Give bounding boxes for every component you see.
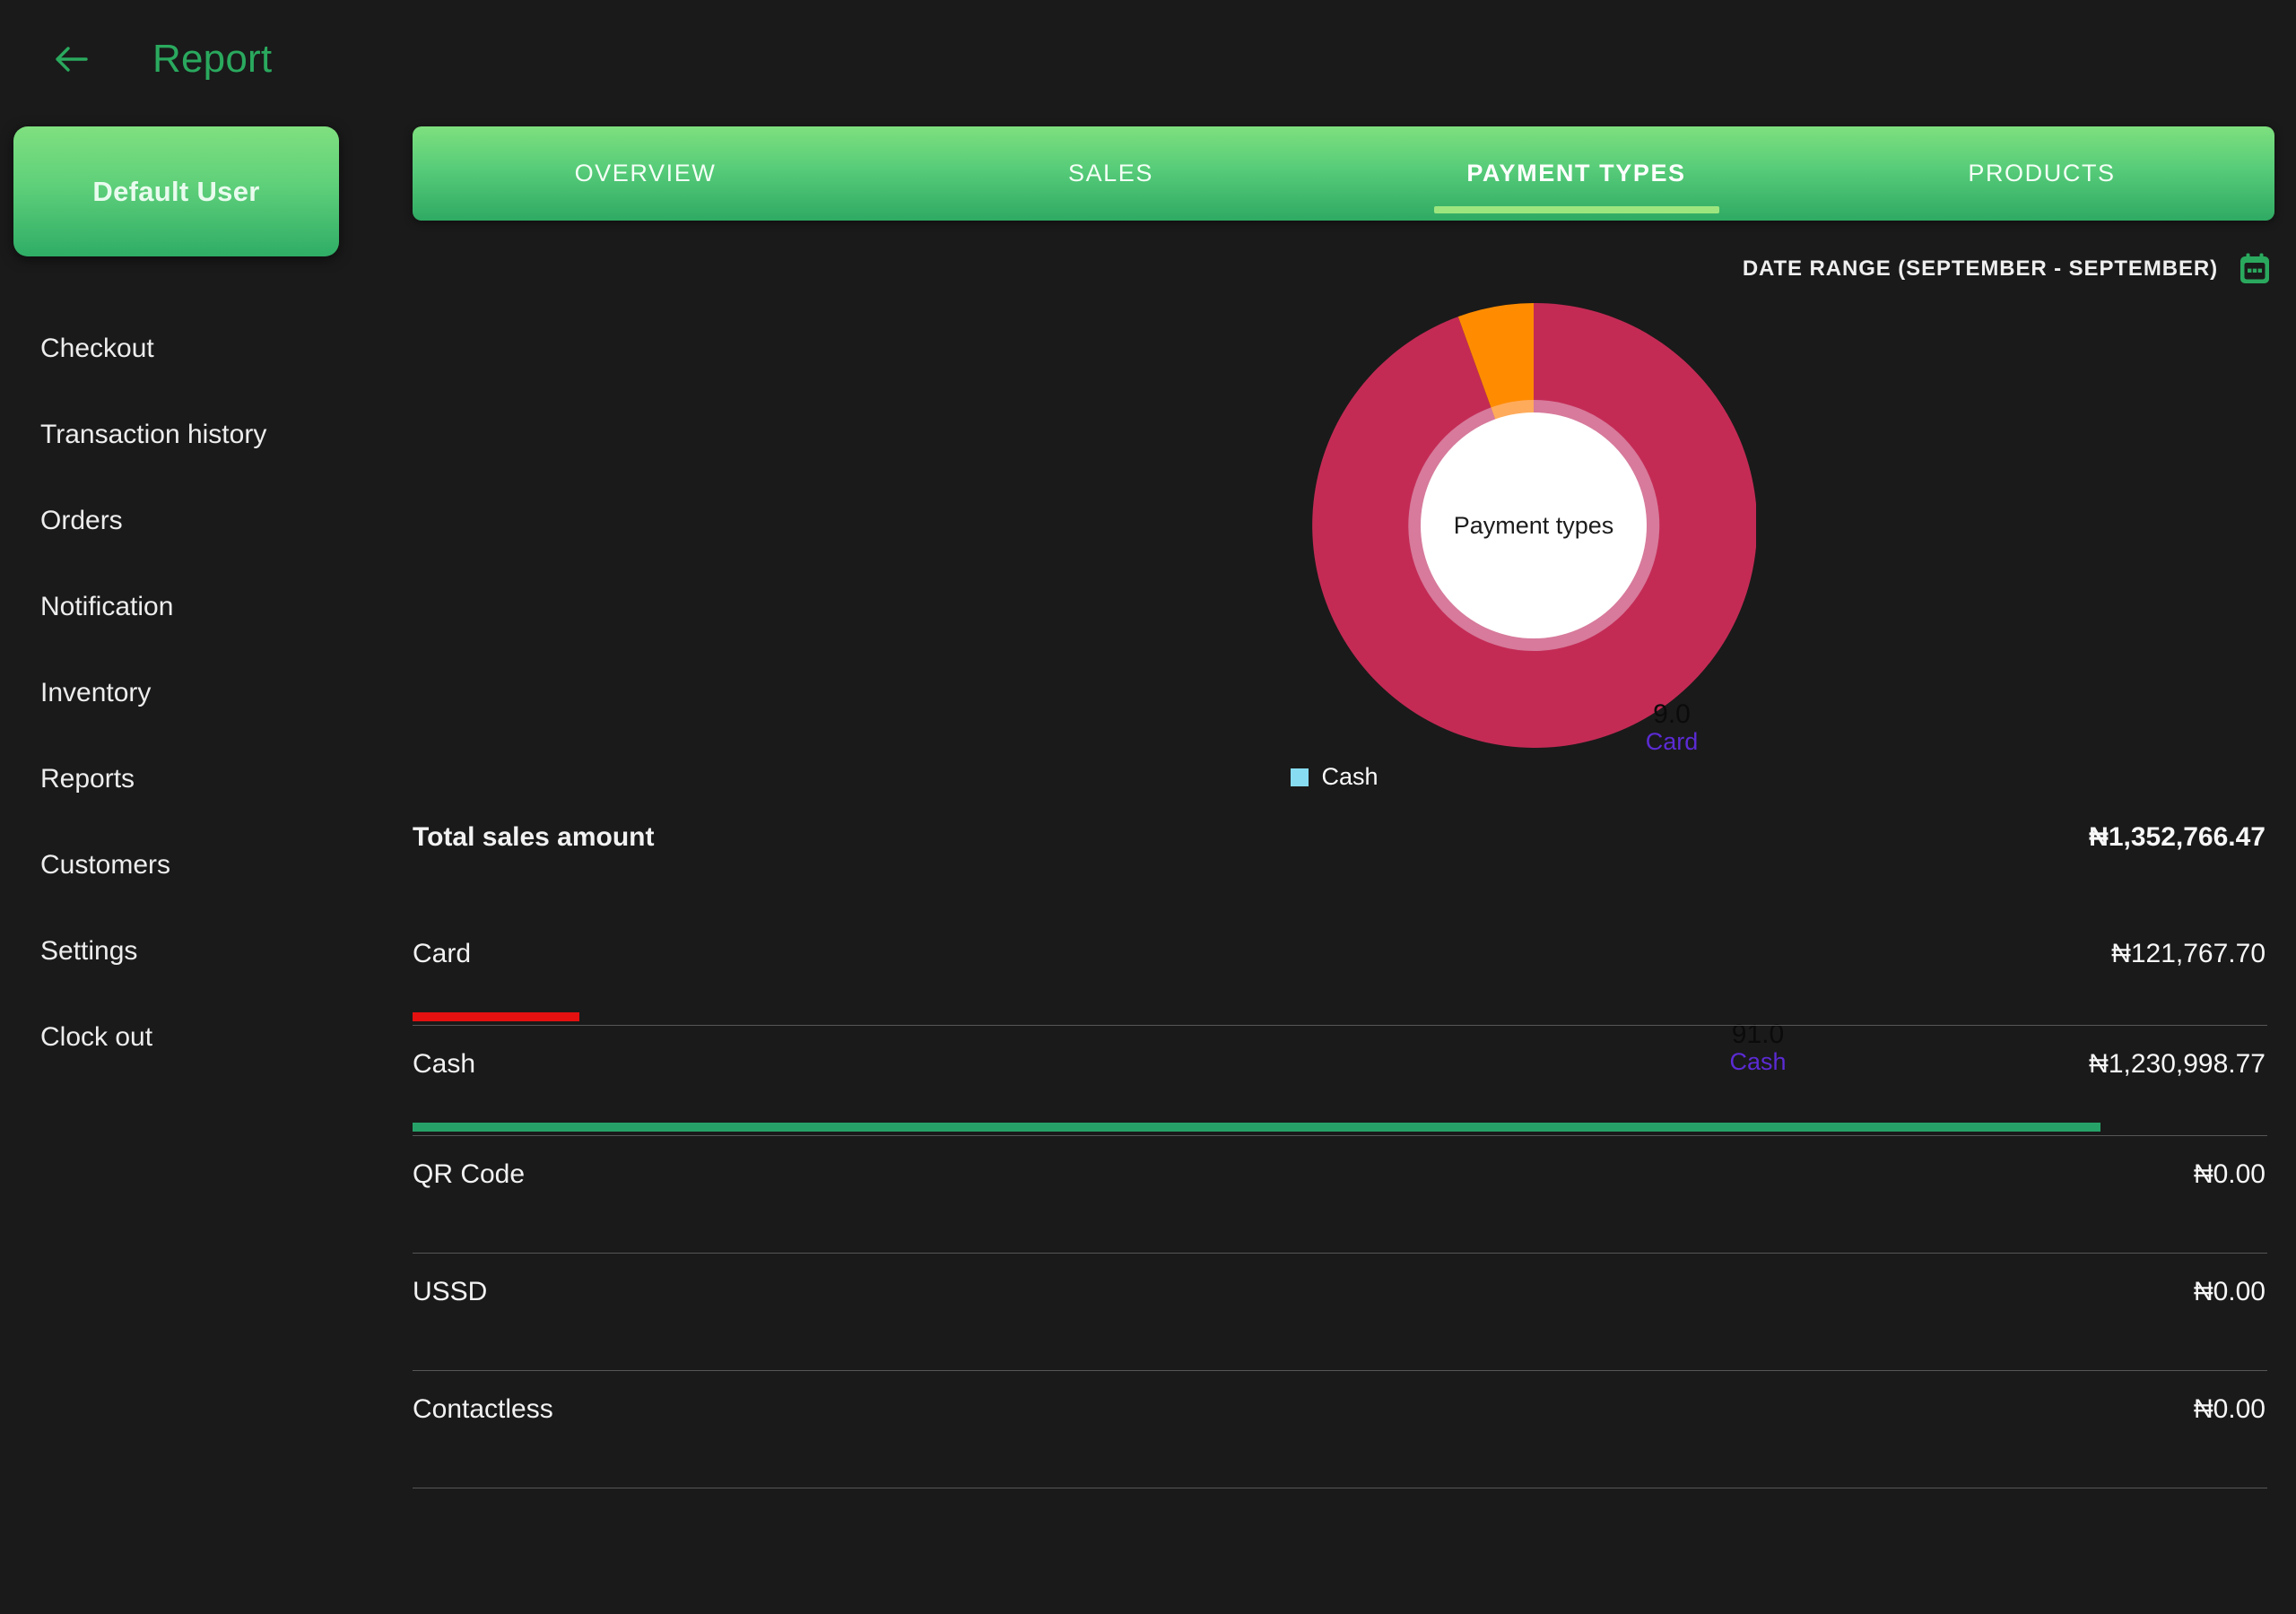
row-value: ₦1,230,998.77 (2089, 1049, 2266, 1079)
app-header: Report (0, 0, 2296, 118)
sidebar-item-notification[interactable]: Notification (0, 564, 413, 650)
row-value: ₦121,767.70 (2111, 939, 2266, 968)
sidebar-item-transaction-history[interactable]: Transaction history (0, 392, 413, 478)
sidebar-item-inventory[interactable]: Inventory (0, 650, 413, 736)
row-progress-track (413, 1123, 2267, 1132)
legend-label-cash: Cash (1321, 763, 1378, 790)
tab-label: PRODUCTS (1968, 160, 2116, 187)
legend-swatch-cash (1291, 768, 1309, 786)
row-label: Contactless (413, 1394, 553, 1424)
sidebar-item-label: Clock out (40, 1022, 153, 1052)
main-content: OVERVIEW SALES PAYMENT TYPES PRODUCTS DA… (413, 118, 2296, 1614)
sidebar-item-label: Checkout (40, 334, 154, 363)
sidebar-item-label: Settings (40, 936, 138, 966)
row-progress-fill-cash (413, 1123, 2100, 1132)
row-value: ₦0.00 (2193, 1277, 2266, 1306)
date-range-selector[interactable]: DATE RANGE (SEPTEMBER - SEPTEMBER) (413, 251, 2273, 287)
tab-label: OVERVIEW (574, 160, 717, 187)
table-row[interactable]: Cash ₦1,230,998.77 (413, 1026, 2267, 1136)
row-label: Total sales amount (413, 822, 655, 852)
tab-sales[interactable]: SALES (878, 126, 1344, 221)
row-value: ₦1,352,766.47 (2089, 822, 2266, 852)
sidebar-item-label: Notification (40, 592, 174, 621)
row-label: Card (413, 939, 472, 968)
sidebar-item-customers[interactable]: Customers (0, 822, 413, 908)
sidebar-item-settings[interactable]: Settings (0, 908, 413, 994)
row-value: ₦0.00 (2193, 1394, 2266, 1424)
row-value: ₦0.00 (2193, 1159, 2266, 1189)
sidebar-item-clock-out[interactable]: Clock out (0, 994, 413, 1080)
tab-label: SALES (1067, 160, 1154, 187)
table-row[interactable]: USSD ₦0.00 (413, 1254, 2267, 1371)
default-user-button[interactable]: Default User (13, 126, 339, 256)
date-range-label: DATE RANGE (SEPTEMBER - SEPTEMBER) (1742, 256, 2218, 281)
sidebar-item-checkout[interactable]: Checkout (0, 306, 413, 392)
tab-products[interactable]: PRODUCTS (1809, 126, 2274, 221)
sidebar-item-label: Customers (40, 850, 171, 880)
sidebar-nav: Checkout Transaction history Orders Noti… (0, 306, 413, 1080)
back-arrow-icon[interactable] (47, 34, 97, 84)
table-row[interactable]: QR Code ₦0.00 (413, 1136, 2267, 1254)
report-tabs: OVERVIEW SALES PAYMENT TYPES PRODUCTS (413, 126, 2274, 221)
tab-payment-types[interactable]: PAYMENT TYPES (1344, 126, 1809, 221)
row-label: USSD (413, 1277, 488, 1306)
sidebar-item-reports[interactable]: Reports (0, 736, 413, 822)
table-row[interactable]: Card ₦121,767.70 (413, 915, 2267, 1026)
payments-table: Total sales amount ₦1,352,766.47 Card ₦1… (413, 799, 2267, 1488)
sidebar-item-label: Reports (40, 764, 135, 794)
sidebar-item-orders[interactable]: Orders (0, 478, 413, 564)
chart-legend: Cash (413, 763, 2257, 791)
row-progress-track (413, 1012, 2267, 1021)
sidebar: Default User Checkout Transaction histor… (0, 118, 413, 1614)
sidebar-item-label: Transaction history (40, 420, 267, 449)
calendar-icon[interactable] (2237, 251, 2273, 287)
row-progress-fill-card (413, 1012, 580, 1021)
default-user-label: Default User (92, 175, 260, 207)
tab-overview[interactable]: OVERVIEW (413, 126, 878, 221)
sidebar-item-label: Orders (40, 506, 123, 535)
donut-hole (1421, 412, 1647, 638)
row-label: Cash (413, 1049, 476, 1079)
table-row[interactable]: Contactless ₦0.00 (413, 1371, 2267, 1488)
row-label: QR Code (413, 1159, 526, 1189)
payment-types-chart: Payment types 9.0 Card 91.0 Cash Cash (413, 292, 2296, 1075)
donut-chart: Payment types (1311, 303, 1756, 748)
sidebar-item-label: Inventory (40, 678, 152, 707)
page-title: Report (152, 37, 273, 81)
table-row[interactable]: Total sales amount ₦1,352,766.47 (413, 799, 2267, 915)
tab-label: PAYMENT TYPES (1466, 160, 1686, 187)
